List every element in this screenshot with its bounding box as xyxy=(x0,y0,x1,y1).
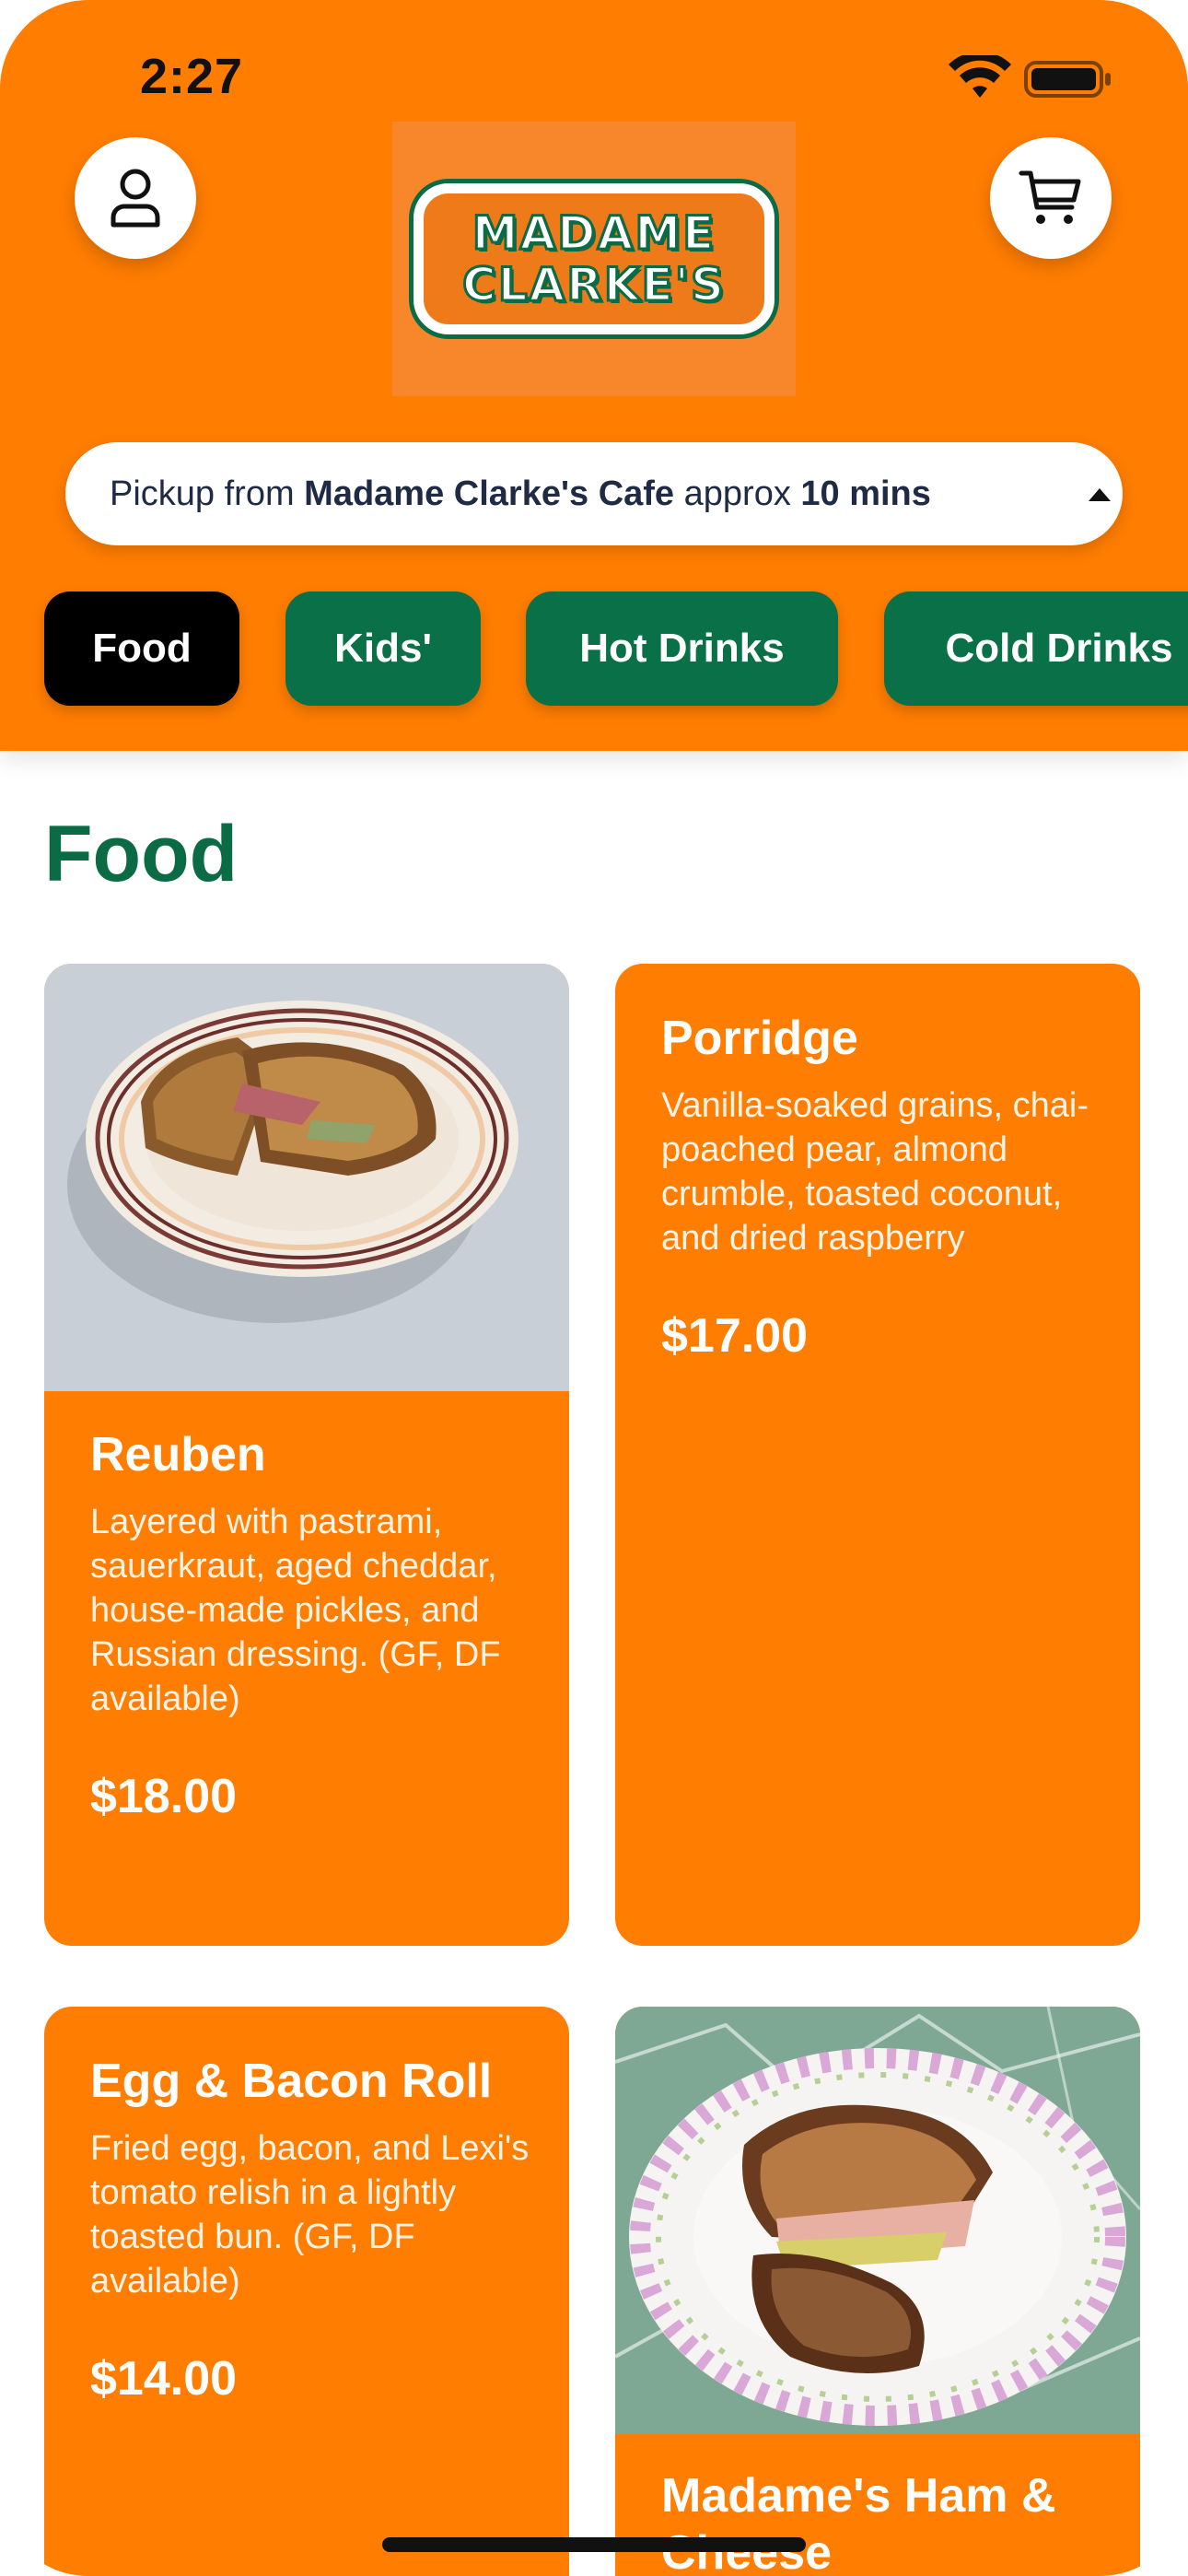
caret-up-icon xyxy=(1089,488,1111,501)
reuben-photo xyxy=(44,964,569,1391)
item-price: $17.00 xyxy=(661,1309,809,1363)
tab-kids[interactable]: Kids' xyxy=(285,591,481,706)
app-screen: 2:27 MADAME CLARKE'S Pickup from Madame … xyxy=(0,0,1188,2576)
pickup-location: Madame Clarke's Cafe xyxy=(304,474,675,513)
logo-line-2: CLARKE'S xyxy=(461,258,726,312)
logo-line-1: MADAME xyxy=(471,206,716,261)
item-description: Fried egg, bacon, and Lexi's tomato reli… xyxy=(90,2129,530,2301)
menu-item-card-ham-cheese[interactable]: Madame's Ham & Cheese xyxy=(615,2007,1140,2576)
pickup-middle: approx xyxy=(674,474,801,513)
item-price: $14.00 xyxy=(90,2352,238,2406)
item-description: Layered with pastrami, sauerkraut, aged … xyxy=(90,1503,501,1718)
battery-icon xyxy=(1024,61,1111,98)
tab-hot-drinks[interactable]: Hot Drinks xyxy=(526,591,838,706)
pickup-time: 10 mins xyxy=(800,474,931,513)
home-indicator[interactable] xyxy=(382,2537,806,2552)
profile-icon xyxy=(111,169,160,228)
wifi-icon xyxy=(949,55,1011,98)
cart-button[interactable] xyxy=(990,137,1112,259)
item-name: Madame's Ham & Cheese xyxy=(661,2469,1056,2576)
menu-item-card-egg-bacon-roll[interactable]: Egg & Bacon Roll Fried egg, bacon, and L… xyxy=(44,2007,569,2576)
menu-item-card-porridge[interactable]: Porridge Vanilla-soaked grains, chai-poa… xyxy=(615,964,1140,1946)
category-tabs: Food Kids' Hot Drinks Cold Drinks xyxy=(0,591,1188,706)
tab-food[interactable]: Food xyxy=(44,591,239,706)
tab-cold-drinks[interactable]: Cold Drinks xyxy=(884,591,1188,706)
status-time: 2:27 xyxy=(140,49,244,104)
pickup-prefix: Pickup from xyxy=(110,474,305,513)
cart-icon xyxy=(1019,170,1081,224)
reuben-card-body: Reuben Layered with pastrami, sauerkraut… xyxy=(90,1426,532,1824)
brand-logo: MADAME CLARKE'S xyxy=(392,122,796,396)
logo-badge: MADAME CLARKE'S xyxy=(413,183,775,334)
item-name: Egg & Bacon Roll xyxy=(90,2055,493,2108)
section-title: Food xyxy=(44,810,239,898)
ham-cheese-photo xyxy=(615,2007,1140,2434)
item-name: Porridge xyxy=(661,1012,858,1065)
item-name: Reuben xyxy=(90,1428,266,1481)
porridge-card-body: Porridge Vanilla-soaked grains, chai-poa… xyxy=(661,1010,1103,1364)
profile-button[interactable] xyxy=(75,137,196,259)
pickup-selector[interactable]: Pickup from Madame Clarke's Cafe approx … xyxy=(65,442,1123,545)
egg-bacon-card-body: Egg & Bacon Roll Fried egg, bacon, and L… xyxy=(90,2053,532,2406)
ham-cheese-card-body: Madame's Ham & Cheese xyxy=(661,2467,1103,2576)
item-price: $18.00 xyxy=(90,1770,238,1823)
menu-item-card-reuben[interactable]: Reuben Layered with pastrami, sauerkraut… xyxy=(44,964,569,1946)
pickup-text: Pickup from Madame Clarke's Cafe approx … xyxy=(110,442,931,545)
header: 2:27 MADAME CLARKE'S Pickup from Madame … xyxy=(0,0,1188,751)
item-description: Vanilla-soaked grains, chai-poached pear… xyxy=(661,1086,1089,1258)
